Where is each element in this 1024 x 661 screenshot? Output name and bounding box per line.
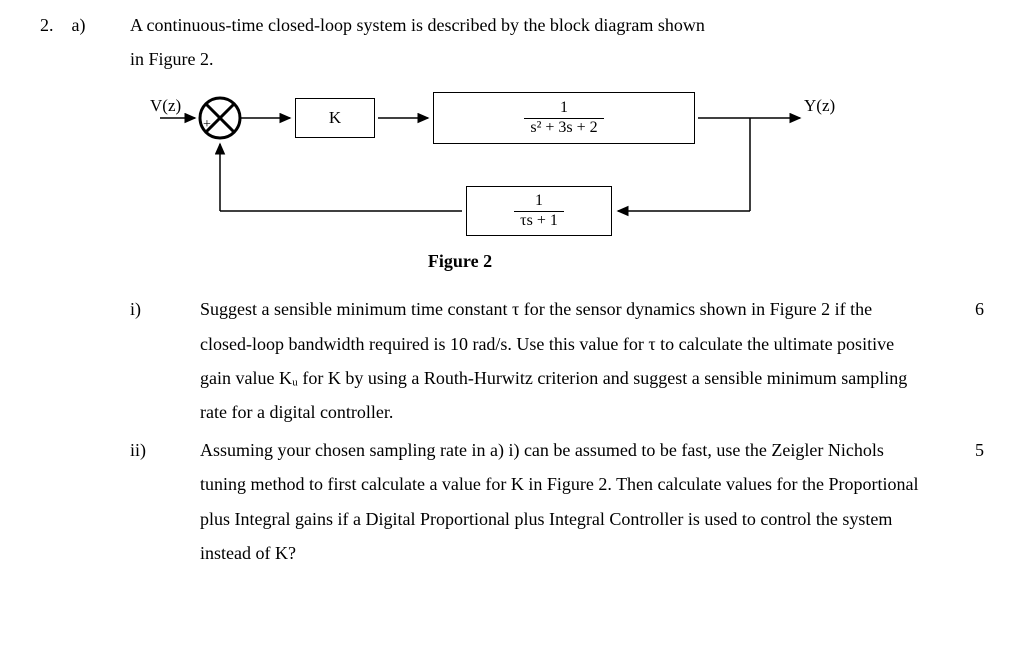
sensor-den: τs + 1 <box>514 211 564 230</box>
q-num-text: 2. <box>40 15 54 35</box>
sum-plus: + <box>203 112 211 139</box>
part-label: a) <box>72 15 86 35</box>
plant-fraction: 1 s² + 3s + 2 <box>524 99 603 137</box>
figure-caption: Figure 2 <box>140 244 780 278</box>
plant-block: 1 s² + 3s + 2 <box>433 92 695 144</box>
output-label: Y(z) <box>804 90 835 122</box>
plant-den: s² + 3s + 2 <box>524 118 603 137</box>
subpart-ii: ii) Assuming your chosen sampling rate i… <box>130 433 984 570</box>
sensor-num: 1 <box>529 192 549 210</box>
question-row: 2. a) A continuous-time closed-loop syst… <box>40 8 984 570</box>
sum-minus: - <box>218 125 223 152</box>
gain-block: K <box>295 98 375 138</box>
intro-line1: A continuous-time closed-loop system is … <box>130 15 705 35</box>
subpart-i-label: i) <box>130 292 200 429</box>
subpart-i-text: Suggest a sensible minimum time constant… <box>200 292 954 429</box>
intro-line2: in Figure 2. <box>130 49 214 69</box>
question-content: A continuous-time closed-loop system is … <box>130 8 984 570</box>
subpart-i: i) Suggest a sensible minimum time const… <box>130 292 984 429</box>
block-diagram: K 1 s² + 3s + 2 1 τs + 1 V(z) Y(z) + - <box>140 88 860 268</box>
input-label: V(z) <box>150 90 181 122</box>
sensor-block: 1 τs + 1 <box>466 186 612 236</box>
sensor-fraction: 1 τs + 1 <box>514 192 564 230</box>
gain-label: K <box>329 102 341 134</box>
plant-num: 1 <box>554 99 574 117</box>
intro-text: A continuous-time closed-loop system is … <box>130 8 984 76</box>
subpart-ii-text: Assuming your chosen sampling rate in a)… <box>200 433 954 570</box>
question-number: 2. a) <box>40 8 100 570</box>
subpart-ii-marks: 5 <box>954 433 984 570</box>
subpart-i-marks: 6 <box>954 292 984 429</box>
subpart-ii-label: ii) <box>130 433 200 570</box>
